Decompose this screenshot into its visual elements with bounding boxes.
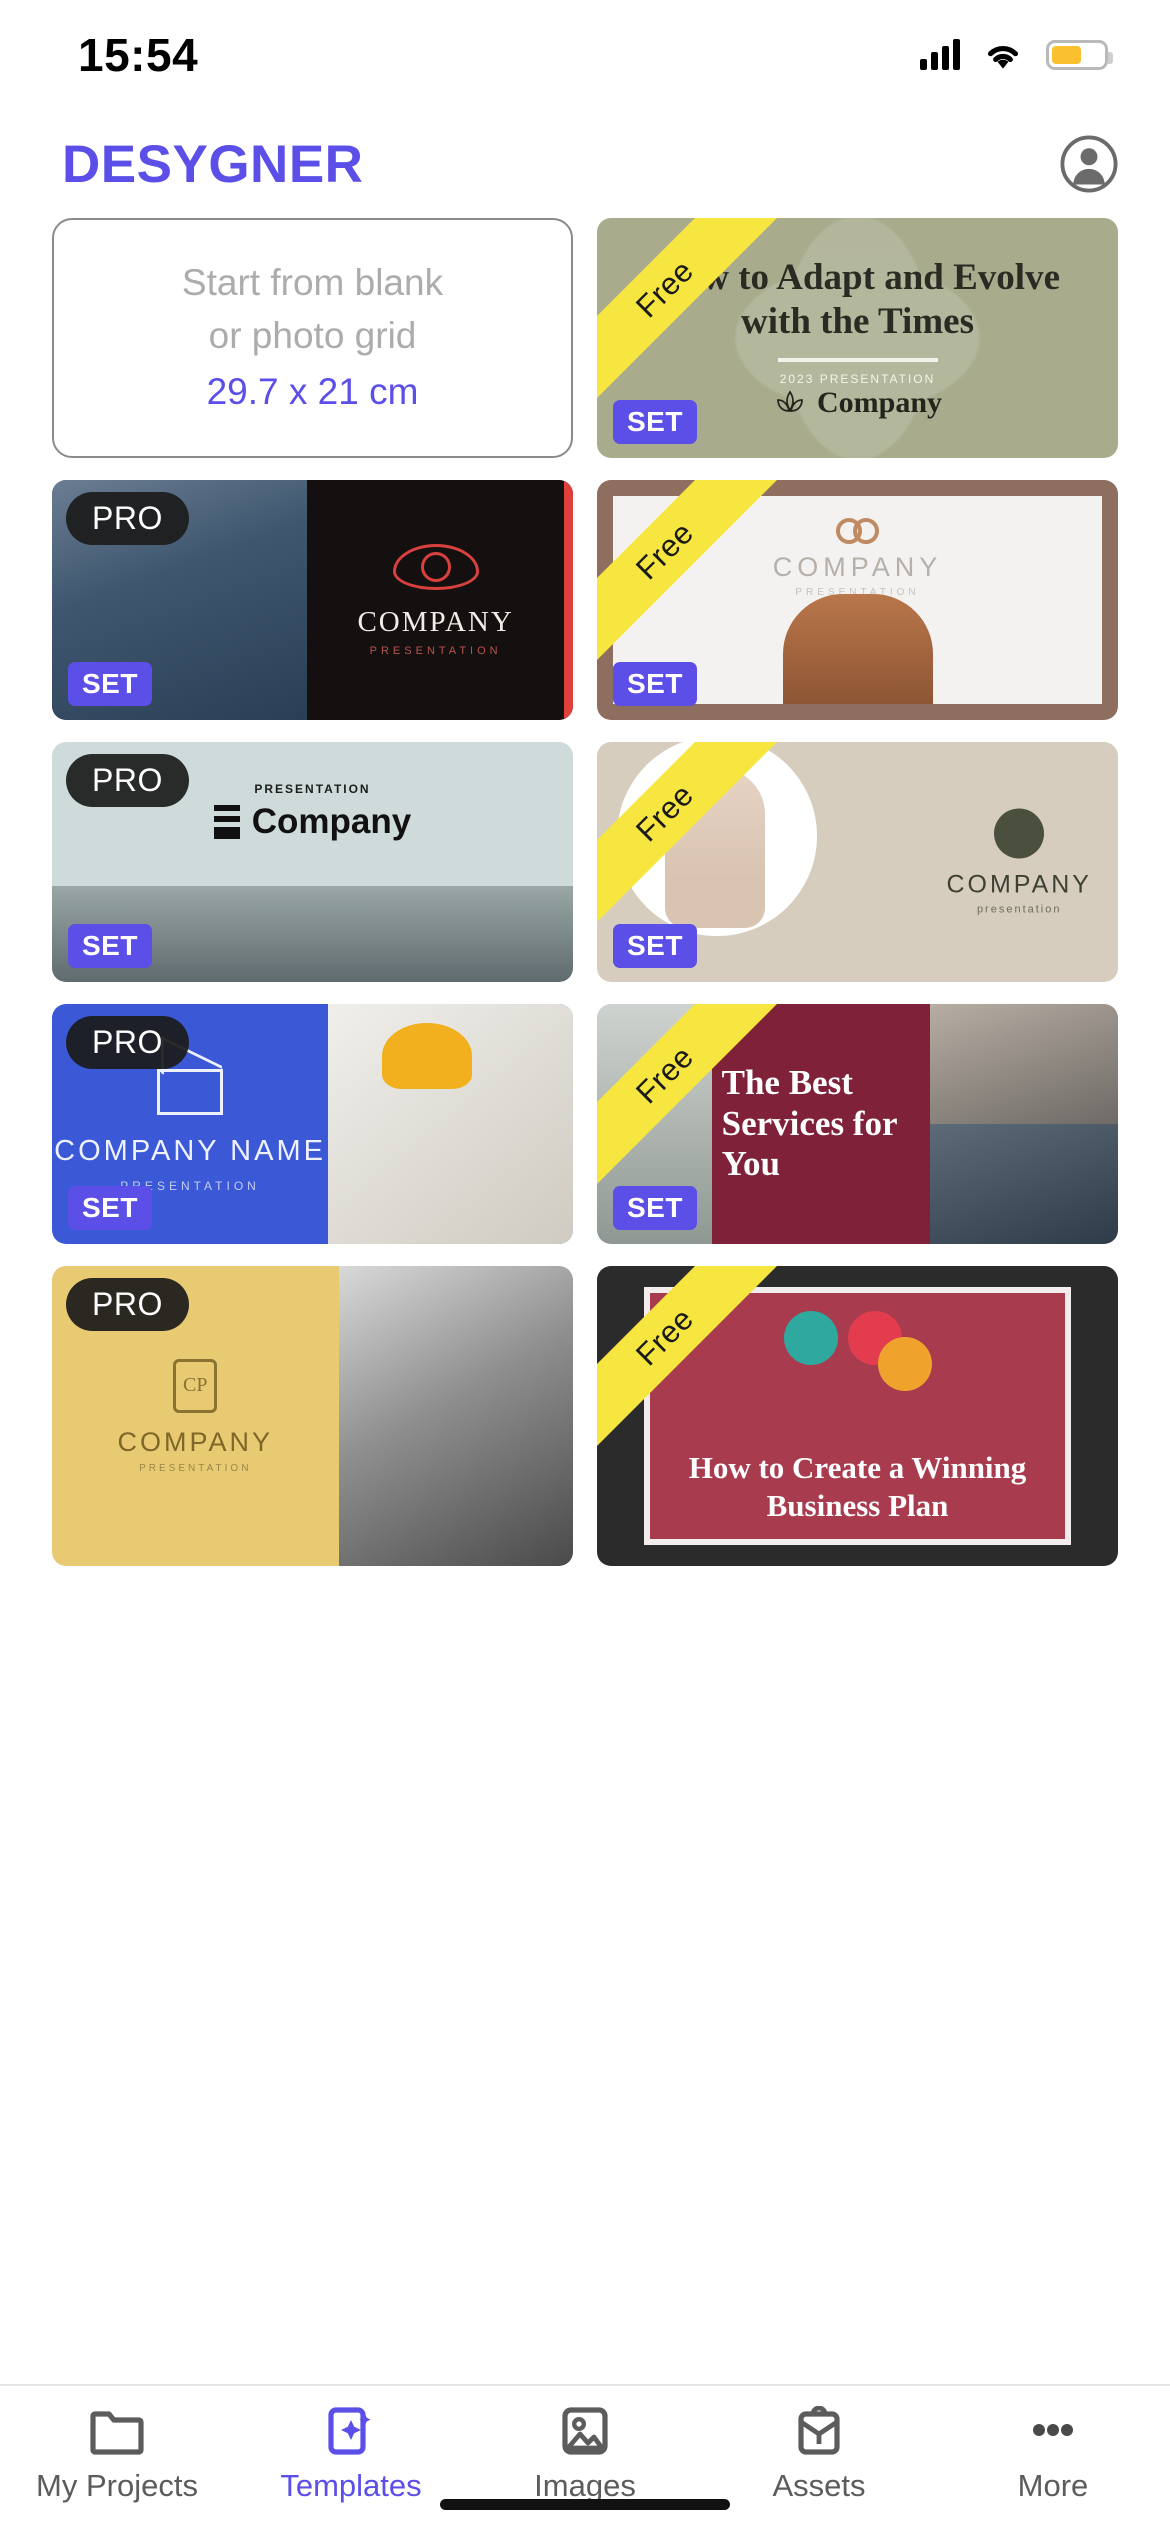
template-photo — [338, 1266, 573, 1566]
company-name: COMPANY — [946, 870, 1092, 899]
bars-mark-icon — [213, 805, 240, 839]
pro-badge: PRO — [66, 1016, 189, 1069]
set-badge: SET — [613, 1186, 697, 1230]
template-subtitle: PRESENTATION — [369, 644, 502, 657]
template-card-best-services[interactable]: The Best Services for You Free SET — [597, 1004, 1118, 1244]
pro-badge: PRO — [66, 754, 189, 807]
lotus-icon — [777, 390, 803, 412]
template-grid: Start from blank or photo grid 29.7 x 21… — [0, 218, 1170, 1566]
template-title: The Best Services for You — [721, 1063, 897, 1184]
template-company: Company — [773, 386, 942, 420]
template-card-winning-business-plan[interactable]: How to Create a Winning Business Plan Fr… — [597, 1266, 1118, 1566]
rings-icon — [836, 518, 879, 544]
template-card-beige-company[interactable]: COMPANY presentation Free SET — [597, 742, 1118, 982]
set-badge: SET — [68, 662, 152, 706]
tab-label: Templates — [280, 2468, 422, 2503]
template-photo — [328, 1004, 573, 1244]
templates-icon — [328, 2407, 371, 2455]
template-card-frame-company[interactable]: COMPANY PRESENTATION Free SET — [597, 480, 1118, 720]
status-bar: 15:54 — [0, 0, 1170, 110]
tab-my-projects[interactable]: My Projects — [0, 2406, 234, 2504]
template-subtitle: 2023 PRESENTATION — [779, 371, 936, 386]
template-card-pale-company[interactable]: PRESENTATION Company PRO SET — [52, 742, 573, 982]
template-card-eye-company[interactable]: COMPANY PRESENTATION PRO SET — [52, 480, 573, 720]
battery-icon — [1046, 40, 1113, 70]
template-photo-right — [930, 1004, 1118, 1244]
company-name: COMPANY — [117, 1426, 274, 1457]
home-indicator — [440, 2499, 730, 2510]
company-name: Company — [251, 802, 412, 841]
eye-icon — [392, 543, 479, 590]
company-name: COMPANY — [772, 552, 943, 582]
set-badge: SET — [613, 924, 697, 968]
template-photo — [782, 594, 933, 704]
template-subtitle: presentation — [976, 903, 1062, 916]
pro-badge: PRO — [66, 1278, 189, 1331]
tab-images[interactable]: Images — [468, 2406, 702, 2504]
app-header: DESYGNER — [0, 110, 1170, 218]
blank-line-1: Start from blank — [181, 262, 444, 304]
status-time: 15:54 — [78, 29, 199, 81]
company-name: COMPANY NAME — [54, 1134, 326, 1167]
chat-bubble-icon — [783, 1311, 838, 1365]
template-card-blue-architecture[interactable]: COMPANY NAME PRESENTATION PRO SET — [52, 1004, 573, 1244]
bubble-icons — [783, 1311, 932, 1391]
tab-templates[interactable]: Templates — [234, 2406, 468, 2504]
briefcase-icon — [798, 2406, 840, 2455]
set-badge: SET — [68, 924, 152, 968]
blank-dimensions: 29.7 x 21 cm — [206, 371, 419, 413]
blank-canvas-card[interactable]: Start from blank or photo grid 29.7 x 21… — [52, 218, 573, 458]
pro-badge: PRO — [66, 492, 189, 545]
template-card-adapt-evolve[interactable]: Free How to Adapt and Evolve with the Ti… — [597, 218, 1118, 458]
image-icon — [562, 2407, 608, 2455]
template-subtitle: PRESENTATION — [254, 782, 371, 796]
status-indicators — [920, 39, 1113, 71]
set-badge: SET — [613, 400, 697, 444]
tab-assets[interactable]: Assets — [702, 2406, 936, 2504]
blank-line-2: or photo grid — [208, 314, 417, 356]
account-circle-icon[interactable] — [1060, 135, 1118, 193]
tab-label: My Projects — [36, 2468, 198, 2503]
leaf-circle-icon — [994, 808, 1045, 859]
template-title: How to Create a Winning Business Plan — [688, 1450, 1027, 1524]
monogram-icon: CP — [173, 1358, 218, 1413]
template-pane: COMPANY PRESENTATION — [307, 480, 573, 720]
company-name: Company — [816, 385, 943, 419]
set-badge: SET — [68, 1186, 152, 1230]
more-dots-icon — [1033, 2424, 1073, 2436]
folder-icon — [90, 2411, 144, 2455]
template-subtitle: PRESENTATION — [139, 1462, 252, 1474]
company-name: COMPANY — [357, 605, 514, 638]
tab-label: Assets — [772, 2468, 866, 2503]
wifi-icon — [987, 45, 1019, 69]
signal-bars-icon — [920, 39, 960, 70]
set-badge: SET — [613, 662, 697, 706]
search-bubble-icon — [877, 1337, 932, 1391]
page-title: DESYGNER — [62, 134, 364, 194]
template-pane: The Best Services for You — [711, 1004, 931, 1244]
tab-label: More — [1017, 2468, 1089, 2503]
divider — [777, 357, 938, 362]
template-company: COMPANY presentation — [946, 808, 1092, 916]
tab-more[interactable]: More — [936, 2406, 1170, 2504]
template-card-yellow-company[interactable]: CP COMPANY PRESENTATION PRO — [52, 1266, 573, 1566]
template-company: Company — [213, 802, 412, 842]
